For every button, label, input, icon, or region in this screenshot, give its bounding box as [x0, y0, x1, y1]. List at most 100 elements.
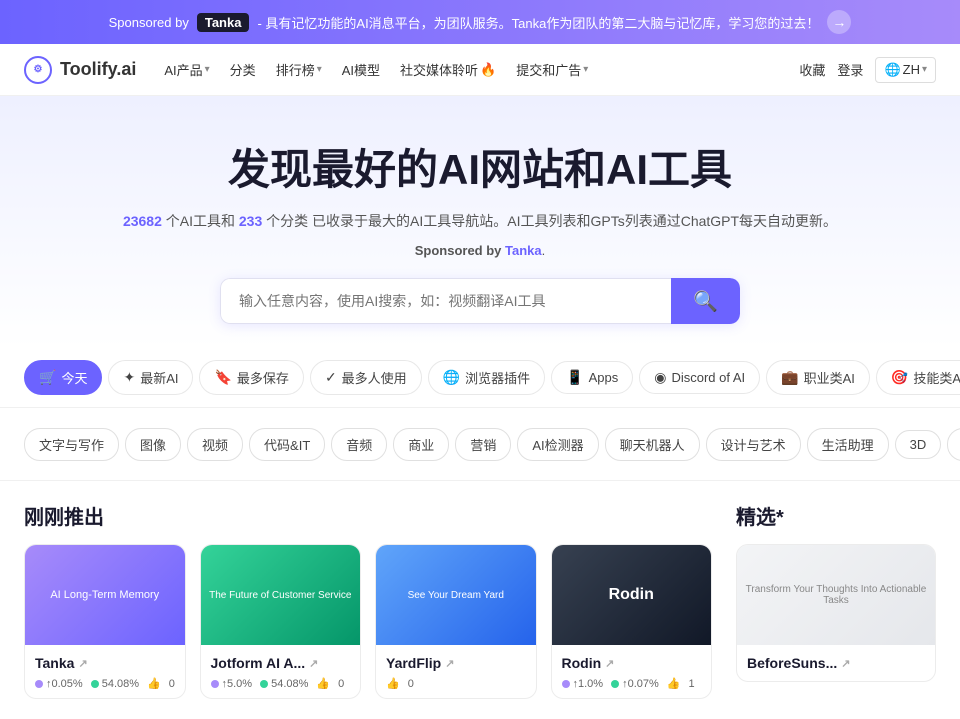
chevron-down-icon: ▾ — [922, 64, 927, 75]
section-new-title: 刚刚推出 — [24, 501, 712, 530]
sponsor-brand[interactable]: Tanka — [197, 13, 250, 32]
login-button[interactable]: 登录 — [837, 60, 863, 79]
stat-green: 54.08% — [260, 678, 308, 690]
filter-tab-browser[interactable]: 🌐 浏览器插件 — [428, 360, 545, 395]
filter-tab-most-used[interactable]: ✓ 最多人使用 — [310, 360, 422, 395]
apps-icon: 📱 — [566, 369, 583, 386]
nav-item-ai-model[interactable]: AI模型 — [334, 54, 388, 85]
filter-tab-career[interactable]: 💼 职业类AI — [766, 360, 870, 395]
nav-label: AI模型 — [342, 60, 380, 79]
card-rodin[interactable]: Rodin Rodin ↗ ↑1.0% ↑0.07% — [551, 544, 713, 699]
card-jotform[interactable]: The Future of Customer Service Jotform A… — [200, 544, 362, 699]
nav-item-submit[interactable]: 提交和广告 ▾ — [508, 54, 596, 85]
chip-image[interactable]: 图像 — [125, 428, 181, 461]
main-content: 刚刚推出 AI Long-Term Memory Tanka ↗ ↑0.05% — [0, 481, 960, 719]
filter-tab-skill[interactable]: 🎯 技能类AI — [876, 360, 960, 395]
chip-video[interactable]: 视频 — [187, 428, 243, 461]
hero-subtitle: 23682 个AI工具和 233 个分类 已收录于最大的AI工具导航站。AI工具… — [24, 211, 936, 231]
tab-label: Apps — [589, 370, 619, 385]
bookmark-icon: 🔖 — [214, 369, 231, 386]
like-count: 0 — [169, 678, 175, 690]
chrome-icon: 🌐 — [443, 369, 460, 386]
cat-count: 233 — [239, 213, 262, 229]
featured-title: 精选* — [736, 501, 936, 530]
filter-tab-today[interactable]: 🛒 今天 — [24, 360, 102, 395]
stat-purple: ↑5.0% — [211, 678, 253, 690]
card-thumbnail-rodin: Rodin — [552, 545, 712, 645]
card-stats: ↑1.0% ↑0.07% 👍 1 — [562, 677, 702, 690]
tab-label: 技能类AI — [913, 368, 960, 387]
filter-tab-newest[interactable]: ✦ 最新AI — [108, 360, 193, 395]
dot-icon — [611, 680, 619, 688]
stat-value: 54.08% — [102, 678, 139, 690]
chip-design[interactable]: 设计与艺术 — [706, 428, 801, 461]
save-button[interactable]: 收藏 — [799, 60, 825, 79]
card-stats: ↑5.0% 54.08% 👍 0 — [211, 677, 351, 690]
chevron-down-icon: ▾ — [317, 64, 322, 75]
category-chips: 文字与写作 图像 视频 代码&IT 音频 商业 营销 AI检测器 聊天机器人 设… — [0, 408, 960, 481]
cards-grid: AI Long-Term Memory Tanka ↗ ↑0.05% — [24, 544, 712, 699]
chip-marketing[interactable]: 营销 — [455, 428, 511, 461]
navbar: ⚙ Toolify.ai AI产品 ▾ 分类 排行榜 ▾ AI模型 社交媒体聆听… — [0, 44, 960, 96]
filter-tab-most-saved[interactable]: 🔖 最多保存 — [199, 360, 303, 395]
filter-tab-discord[interactable]: ◉ Discord of AI — [639, 361, 760, 394]
like-count: 1 — [688, 678, 694, 690]
external-link-icon: ↗ — [78, 657, 87, 670]
chip-audio[interactable]: 音频 — [331, 428, 387, 461]
nav-label: AI产品 — [164, 60, 202, 79]
sponsored-brand-link[interactable]: Tanka — [505, 243, 542, 258]
tab-label: Discord of AI — [671, 370, 745, 385]
card-thumbnail-yardflip: See Your Dream Yard — [376, 545, 536, 645]
check-icon: ✓ — [325, 369, 337, 386]
chip-writing[interactable]: 文字与写作 — [24, 428, 119, 461]
nav-label: 排行榜 — [276, 60, 315, 79]
chip-chatbot[interactable]: 聊天机器人 — [605, 428, 700, 461]
nav-item-ranking[interactable]: 排行榜 ▾ — [268, 54, 330, 85]
sponsored-suffix: . — [542, 243, 546, 258]
nav-right: 收藏 登录 🌐 ZH ▾ — [799, 57, 936, 83]
featured-card[interactable]: Transform Your Thoughts Into Actionable … — [736, 544, 936, 682]
filter-tabs: 🛒 今天 ✦ 最新AI 🔖 最多保存 ✓ 最多人使用 🌐 浏览器插件 📱 App… — [0, 348, 960, 408]
shopping-icon: 🛒 — [39, 369, 56, 386]
banner-arrow-icon[interactable]: → — [827, 10, 851, 34]
globe-icon: 🌐 — [884, 62, 900, 78]
search-bar: 🔍 — [220, 278, 740, 324]
stat-value: ↑1.0% — [573, 678, 604, 690]
chip-ai-detect[interactable]: AI检测器 — [517, 428, 598, 461]
card-thumbnail-tanka: AI Long-Term Memory — [25, 545, 185, 645]
nav-label: 提交和广告 — [516, 60, 581, 79]
logo[interactable]: ⚙ Toolify.ai — [24, 56, 136, 84]
chip-business[interactable]: 商业 — [393, 428, 449, 461]
hero-stats-tail: 个分类 已收录于最大的AI工具导航站。AI工具列表和GPTs列表通过ChatGP… — [262, 213, 837, 229]
nav-item-social[interactable]: 社交媒体聆听 🔥 — [392, 54, 504, 85]
logo-text: Toolify.ai — [60, 59, 136, 80]
stat-value: ↑5.0% — [222, 678, 253, 690]
dot-icon — [35, 680, 43, 688]
dot-icon — [211, 680, 219, 688]
external-link-icon: ↗ — [309, 657, 318, 670]
external-link-icon: ↗ — [841, 657, 850, 670]
card-stats: 👍 0 — [386, 677, 526, 690]
stat-purple: ↑0.05% — [35, 678, 83, 690]
chip-code[interactable]: 代码&IT — [249, 428, 325, 461]
filter-tab-apps[interactable]: 📱 Apps — [551, 361, 633, 394]
search-input[interactable] — [220, 278, 671, 324]
card-tanka[interactable]: AI Long-Term Memory Tanka ↗ ↑0.05% — [24, 544, 186, 699]
chip-education[interactable]: 教育 — [947, 428, 960, 461]
nav-item-categories[interactable]: 分类 — [222, 54, 264, 85]
chip-life[interactable]: 生活助理 — [807, 428, 889, 461]
search-button[interactable]: 🔍 — [671, 278, 740, 324]
chevron-down-icon: ▾ — [583, 64, 588, 75]
language-selector[interactable]: 🌐 ZH ▾ — [875, 57, 936, 83]
chip-3d[interactable]: 3D — [895, 430, 942, 459]
external-link-icon: ↗ — [445, 657, 454, 670]
lang-label: ZH — [903, 62, 920, 77]
card-yardflip[interactable]: See Your Dream Yard YardFlip ↗ 👍 0 — [375, 544, 537, 699]
stat-value: ↑0.05% — [46, 678, 83, 690]
card-title: Jotform AI A... — [211, 655, 306, 671]
like-count: 0 — [338, 678, 344, 690]
target-icon: 🎯 — [891, 369, 908, 386]
stat-value: 54.08% — [271, 678, 308, 690]
tab-label: 最多保存 — [237, 368, 289, 387]
nav-item-ai-products[interactable]: AI产品 ▾ — [156, 54, 217, 85]
